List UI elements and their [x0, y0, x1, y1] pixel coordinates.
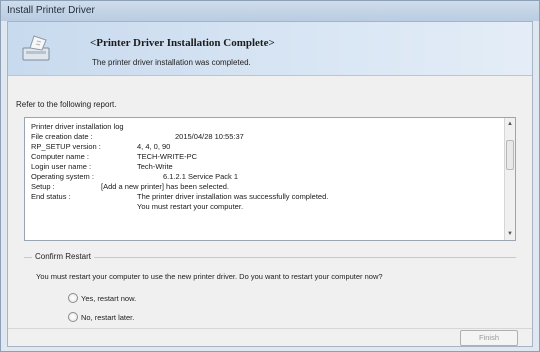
- confirm-restart-message: You must restart your computer to use th…: [36, 272, 383, 281]
- refer-text: Refer to the following report.: [16, 100, 117, 109]
- log-label: File creation date :: [31, 132, 93, 141]
- scroll-thumb[interactable]: [506, 140, 514, 170]
- confirm-restart-legend: Confirm Restart: [32, 252, 95, 261]
- log-value: 6.1.2.1 Service Pack 1: [163, 172, 239, 181]
- log-value: TECH-WRITE-PC: [137, 152, 197, 161]
- banner-title: <Printer Driver Installation Complete>: [90, 37, 275, 49]
- scroll-up-arrow-icon[interactable]: ▲: [505, 119, 515, 129]
- radio-restart-now[interactable]: Yes, restart now.: [68, 292, 136, 304]
- dialog-footer: Finish: [8, 328, 532, 346]
- scroll-down-arrow-icon[interactable]: ▼: [505, 229, 515, 239]
- radio-button-icon[interactable]: [68, 293, 78, 303]
- installation-log[interactable]: Printer driver installation log File cre…: [24, 117, 516, 241]
- log-value: [Add a new printer] has been selected.: [101, 182, 229, 191]
- log-value: You must restart your computer.: [137, 202, 244, 211]
- log-value: Tech-Write: [137, 162, 173, 171]
- banner-subtitle: The printer driver installation was comp…: [92, 58, 251, 67]
- completion-banner: <Printer Driver Installation Complete> T…: [8, 22, 532, 76]
- finish-button[interactable]: Finish: [460, 330, 518, 346]
- radio-restart-later[interactable]: No, restart later.: [68, 311, 134, 323]
- installer-icon: [22, 35, 50, 61]
- log-label: End status :: [31, 192, 71, 201]
- log-label: Setup :: [31, 182, 55, 191]
- radio-label[interactable]: Yes, restart now.: [81, 294, 136, 303]
- radio-label[interactable]: No, restart later.: [81, 313, 134, 322]
- installer-window: Install Printer Driver <Printer Driver I…: [0, 0, 540, 352]
- log-value: The printer driver installation was succ…: [137, 192, 329, 201]
- log-label: Computer name :: [31, 152, 89, 161]
- log-value: 2015/04/28 10:55:37: [175, 132, 244, 141]
- log-label: Login user name :: [31, 162, 92, 171]
- log-value: 4, 4, 0, 90: [137, 142, 171, 151]
- dialog-client: <Printer Driver Installation Complete> T…: [7, 21, 533, 347]
- log-label: Printer driver installation log: [31, 122, 124, 131]
- log-label: Operating system :: [31, 172, 94, 181]
- window-title: Install Printer Driver: [1, 1, 539, 21]
- log-scrollbar[interactable]: ▲ ▼: [504, 118, 515, 240]
- log-label: RP_SETUP version :: [31, 142, 101, 151]
- radio-button-icon[interactable]: [68, 312, 78, 322]
- confirm-restart-group: Confirm Restart You must restart your co…: [24, 252, 516, 323]
